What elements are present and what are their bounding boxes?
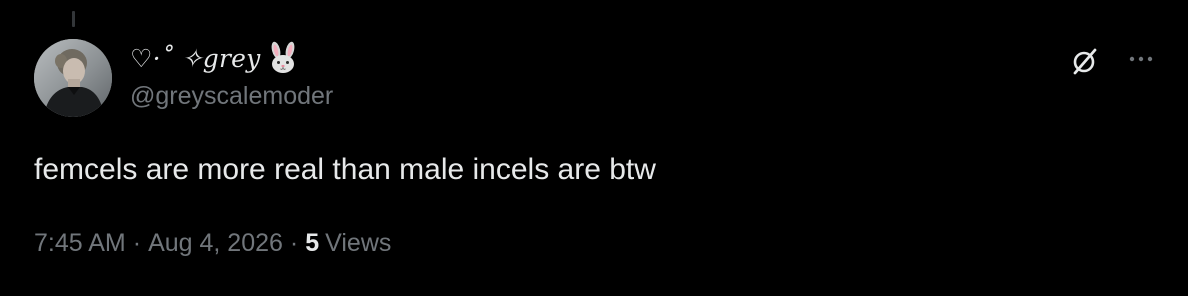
rabbit-face-icon <box>266 41 300 75</box>
meta-separator: · <box>289 229 299 257</box>
meta-separator: · <box>132 229 142 257</box>
avatar-image <box>34 39 112 117</box>
thread-connector-line <box>72 11 75 27</box>
grok-slash-icon[interactable] <box>1068 44 1102 78</box>
tweet-text: femcels are more real than male incels a… <box>34 153 656 186</box>
more-horizontal-icon[interactable] <box>1124 44 1158 78</box>
tweet-metadata: 7:45 AM · Aug 4, 2026 · 5 Views <box>34 229 391 258</box>
avatar[interactable] <box>34 39 112 117</box>
author-display-name[interactable]: ♡·˚ ✧grey <box>130 44 260 73</box>
author-handle[interactable]: @greyscalemoder <box>130 82 333 111</box>
tweet-date[interactable]: Aug 4, 2026 <box>148 229 283 258</box>
views-label: Views <box>325 229 392 257</box>
views-count: 5 <box>305 229 320 257</box>
tweet-time[interactable]: 7:45 AM <box>34 229 126 258</box>
author-name-line[interactable]: ♡·˚ ✧grey <box>130 40 300 76</box>
